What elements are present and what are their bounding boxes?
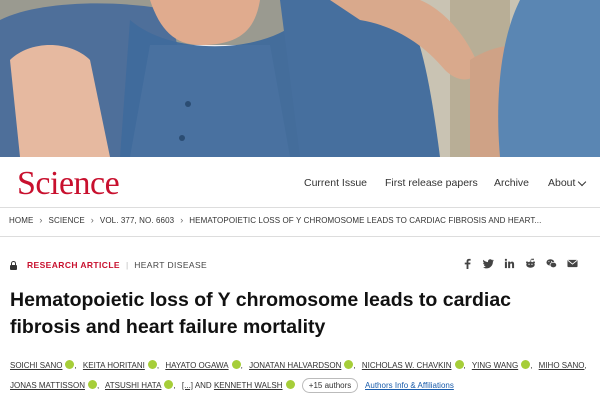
breadcrumb-current-article: HEMATOPOIETIC LOSS OF Y CHROMOSOME LEADS… bbox=[189, 215, 542, 225]
author-link[interactable]: MIHO SANO bbox=[539, 361, 585, 370]
author-link[interactable]: NICHOLAS W. CHAVKIN bbox=[362, 361, 452, 370]
breadcrumb-volume[interactable]: VOL. 377, NO. 6603 bbox=[100, 216, 174, 225]
nav-about-label: About bbox=[548, 177, 576, 189]
authors-info-affiliations-link[interactable]: Authors Info & Affiliations bbox=[365, 381, 454, 390]
article-subject[interactable]: HEART DISEASE bbox=[134, 260, 207, 270]
author-link[interactable]: YING WANG bbox=[472, 361, 518, 370]
wechat-icon[interactable] bbox=[546, 258, 557, 269]
author-separator: , bbox=[530, 361, 533, 370]
author-separator: , bbox=[74, 361, 77, 370]
article-tagline: RESEARCH ARTICLE | HEART DISEASE bbox=[10, 260, 207, 270]
email-icon[interactable] bbox=[567, 258, 578, 269]
orcid-icon[interactable] bbox=[521, 360, 531, 369]
chevron-right-icon: › bbox=[90, 215, 94, 225]
breadcrumb-science[interactable]: SCIENCE bbox=[49, 216, 85, 225]
twitter-icon[interactable] bbox=[483, 258, 494, 269]
share-bar bbox=[462, 258, 578, 269]
author-link[interactable]: HAYATO OGAWA bbox=[165, 361, 228, 370]
science-logo[interactable]: Science bbox=[17, 164, 120, 204]
divider: | bbox=[125, 260, 129, 270]
nav-current-issue[interactable]: Current Issue bbox=[304, 177, 367, 189]
author-link[interactable]: KENNETH WALSH bbox=[214, 381, 283, 390]
more-authors-button[interactable]: +15 authors bbox=[301, 378, 359, 393]
author-separator: , bbox=[156, 361, 160, 370]
orcid-icon[interactable] bbox=[231, 360, 241, 369]
orcid-icon[interactable] bbox=[147, 360, 157, 369]
author-link[interactable]: ATSUSHI HATA bbox=[105, 381, 161, 390]
author-separator: , bbox=[240, 361, 243, 370]
reddit-icon[interactable] bbox=[525, 258, 536, 269]
author-separator: , bbox=[173, 381, 176, 390]
author-link[interactable]: SOICHI SANO bbox=[10, 361, 62, 370]
author-link[interactable]: JONATAN HALVARDSON bbox=[249, 361, 341, 370]
article-title-line-1: Hematopoietic loss of Y chromosome leads… bbox=[10, 289, 512, 311]
chevron-right-icon: › bbox=[39, 215, 43, 225]
lock-icon bbox=[10, 260, 17, 270]
author-separator: , bbox=[463, 361, 466, 370]
nav-first-release-papers[interactable]: First release papers bbox=[385, 177, 478, 189]
article-title-line-2: fibrosis and heart failure mortality bbox=[10, 316, 326, 338]
orcid-icon[interactable] bbox=[87, 380, 97, 389]
chevron-right-icon: › bbox=[180, 215, 184, 225]
expand-authors-link[interactable]: [...] bbox=[182, 381, 193, 390]
nav-about[interactable]: About bbox=[548, 177, 587, 189]
orcid-icon[interactable] bbox=[454, 360, 464, 369]
nav-archive[interactable]: Archive bbox=[494, 177, 529, 189]
author-separator: , bbox=[96, 381, 100, 390]
linkedin-icon[interactable] bbox=[504, 258, 515, 269]
breadcrumb: HOME › SCIENCE › VOL. 377, NO. 6603 › HE… bbox=[9, 215, 541, 225]
author-list: SOICHI SANO, KEITA HORITANI, HAYATO OGAW… bbox=[10, 356, 595, 396]
article-type[interactable]: RESEARCH ARTICLE bbox=[27, 260, 120, 270]
authors-and: AND bbox=[194, 381, 212, 390]
facebook-icon[interactable] bbox=[462, 258, 473, 269]
orcid-icon[interactable] bbox=[285, 380, 295, 389]
breadcrumb-home[interactable]: HOME bbox=[9, 216, 33, 225]
author-separator: , bbox=[353, 361, 356, 370]
chevron-down-icon bbox=[578, 177, 587, 186]
author-link[interactable]: KEITA HORITANI bbox=[83, 361, 145, 370]
article-title: Hematopoietic loss of Y chromosome leads… bbox=[10, 287, 590, 341]
hero-image bbox=[0, 0, 600, 157]
author-link[interactable]: JONAS MATTISSON bbox=[10, 381, 85, 390]
author-separator: , bbox=[584, 361, 587, 370]
